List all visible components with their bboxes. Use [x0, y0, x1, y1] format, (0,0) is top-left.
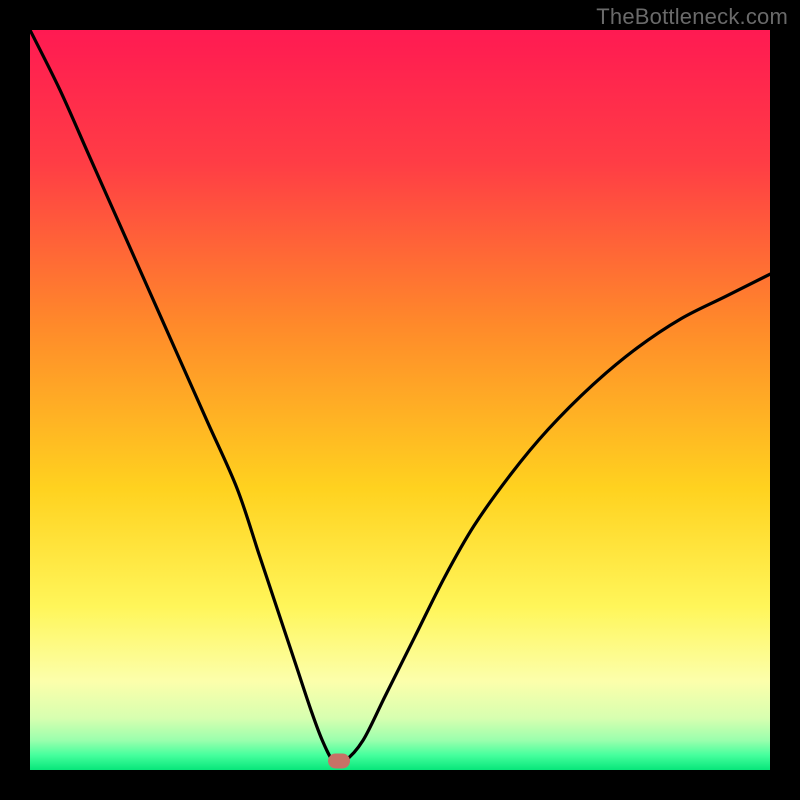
chart-frame: TheBottleneck.com: [0, 0, 800, 800]
plot-area: [30, 30, 770, 770]
watermark-text: TheBottleneck.com: [596, 4, 788, 30]
curve-layer: [30, 30, 770, 770]
optimal-marker: [328, 754, 350, 769]
bottleneck-curve-path: [30, 30, 770, 764]
